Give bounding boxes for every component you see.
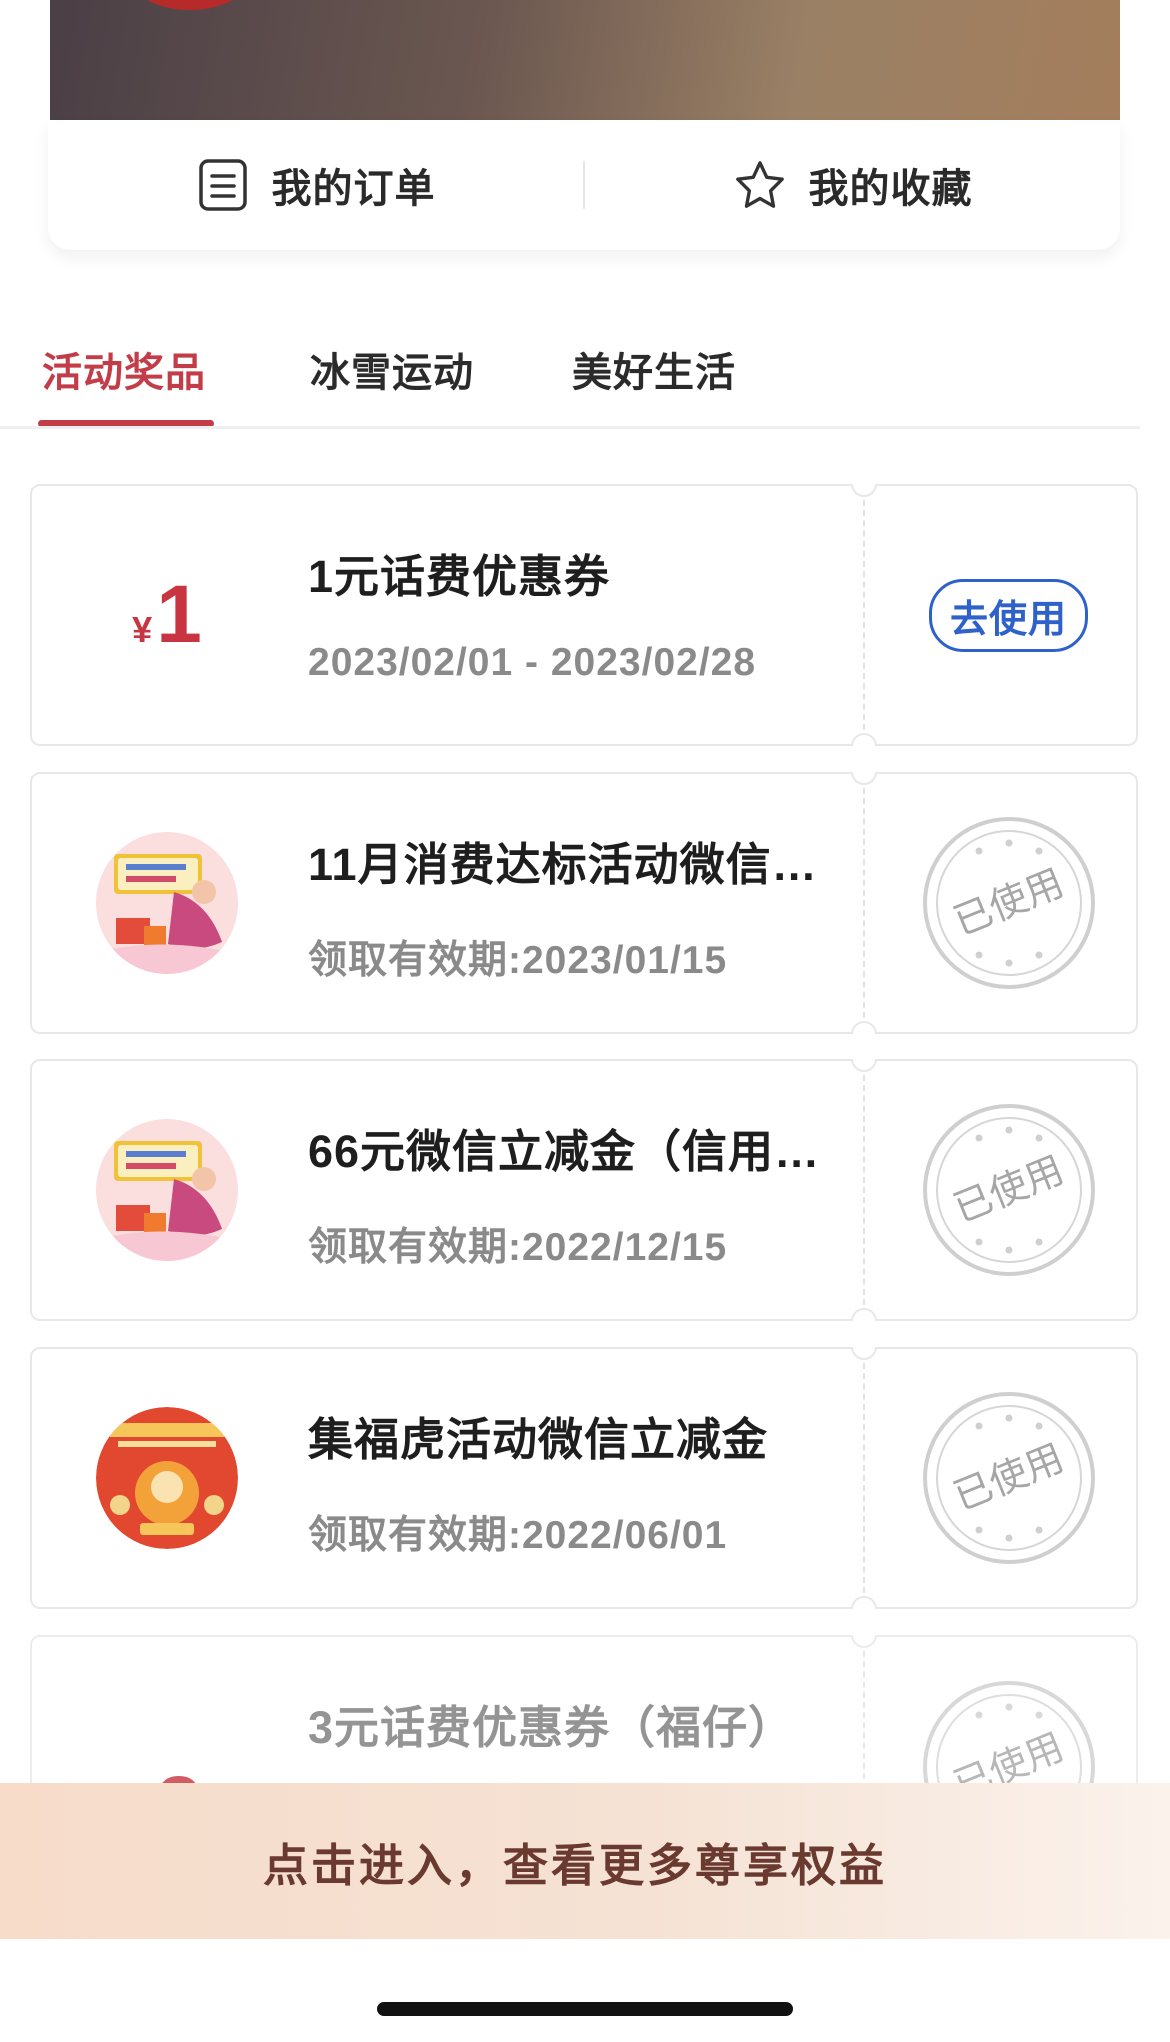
quick-links-card: 我的订单 我的收藏 (48, 120, 1120, 250)
coupon-validity: 领取有效期:2022/06/01 (308, 1514, 728, 1557)
coupon-amount: 1 (156, 569, 202, 660)
tabs-divider (0, 426, 1140, 429)
tiger-promo-thumbnail (96, 1407, 238, 1549)
my-favorites-button[interactable]: 我的收藏 (585, 120, 1120, 250)
used-stamp-icon: 已使用 (921, 1102, 1097, 1278)
tab-activity-prizes[interactable]: 活动奖品 (42, 340, 206, 398)
svg-text:已使用: 已使用 (947, 1435, 1069, 1519)
coupon-title: 集福虎活动微信立减金 (308, 1414, 769, 1465)
notch (851, 1059, 877, 1072)
order-list-icon (196, 158, 250, 212)
coupon-title: 1元话费优惠券 (308, 551, 611, 602)
coupon-card[interactable]: 66元微信立减金（信用卡） 领取有效期:2022/12/15 已使用 (30, 1059, 1138, 1321)
coupon-title: 3元话费优惠券（福仔） (308, 1702, 795, 1753)
promo-thumbnail (96, 1119, 238, 1261)
notch (851, 1635, 877, 1648)
notch (851, 733, 877, 746)
dashed-divider (863, 1363, 865, 1593)
currency-symbol: ¥ (132, 609, 153, 650)
more-benefits-banner[interactable]: 点击进入，查看更多尊享权益 (0, 1783, 1170, 1939)
my-orders-button[interactable]: 我的订单 (48, 120, 583, 250)
coupon-title: 11月消费达标活动微信立减金 (308, 839, 848, 890)
notch (851, 1596, 877, 1609)
coupon-validity: 领取有效期:2022/12/15 (308, 1226, 728, 1269)
tab-good-life[interactable]: 美好生活 (572, 340, 736, 398)
svg-text:已使用: 已使用 (947, 1147, 1069, 1231)
category-tabs: 活动奖品 冰雪运动 美好生活 (0, 330, 1170, 428)
notch (851, 1308, 877, 1321)
coupon-card[interactable]: 11月消费达标活动微信立减金 领取有效期:2023/01/15 已使用 (30, 772, 1138, 1034)
notch (851, 484, 877, 497)
notch (851, 1021, 877, 1034)
my-orders-label: 我的订单 (271, 167, 436, 211)
home-indicator[interactable] (377, 2002, 793, 2016)
profile-banner (50, 0, 1120, 122)
dashed-divider (863, 788, 865, 1018)
dashed-divider (863, 1075, 865, 1305)
notch (851, 1347, 877, 1360)
use-coupon-button[interactable]: 去使用 (928, 578, 1088, 652)
avatar[interactable] (125, 0, 255, 10)
promo-thumbnail (96, 832, 238, 974)
coupon-validity: 领取有效期:2023/01/15 (308, 939, 728, 982)
coupon-title: 66元微信立减金（信用卡） (308, 1126, 848, 1177)
coupon-value: ¥ 1 (32, 486, 302, 744)
tab-ice-snow-sports[interactable]: 冰雪运动 (310, 340, 474, 398)
more-benefits-label: 点击进入，查看更多尊享权益 (262, 1839, 887, 1891)
my-favorites-label: 我的收藏 (808, 167, 973, 211)
svg-text:已使用: 已使用 (947, 860, 1069, 944)
used-stamp-icon: 已使用 (921, 1390, 1097, 1566)
used-stamp-icon: 已使用 (921, 815, 1097, 991)
notch (851, 772, 877, 785)
coupon-card[interactable]: 集福虎活动微信立减金 领取有效期:2022/06/01 已使用 (30, 1347, 1138, 1609)
coupon-validity: 2023/02/01 - 2023/02/28 (308, 641, 757, 684)
star-icon (733, 158, 787, 212)
dashed-divider (863, 500, 865, 730)
coupon-card[interactable]: ¥ 1 1元话费优惠券 2023/02/01 - 2023/02/28 去使用 (30, 484, 1138, 746)
